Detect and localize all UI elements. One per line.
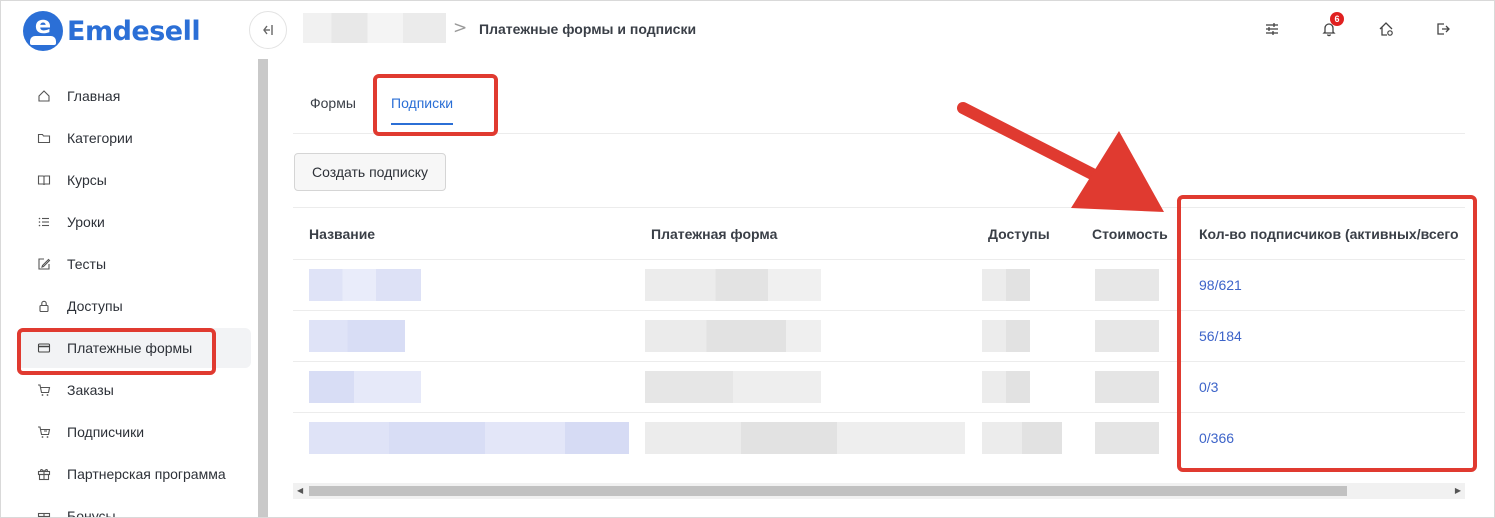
sidebar-item-lessons[interactable]: Уроки	[27, 202, 251, 242]
subscribers-count-link[interactable]: 56/184	[1199, 328, 1242, 344]
table-row[interactable]: 56/184	[293, 310, 1465, 361]
subscription-name-link[interactable]	[309, 320, 405, 352]
access-value	[982, 371, 1030, 403]
table-row[interactable]: 0/3	[293, 361, 1465, 412]
scrollbar-thumb[interactable]	[309, 486, 1347, 496]
sidebar-item-courses[interactable]: Курсы	[27, 160, 251, 200]
subscription-name-link[interactable]	[309, 269, 421, 301]
column-header-payment-form[interactable]: Платежная форма	[651, 226, 777, 242]
payment-form-link[interactable]	[645, 371, 821, 403]
cart-icon	[35, 381, 53, 399]
sidebar-nav: Главная Категории Курсы Уроки Тесты Дост…	[9, 59, 259, 518]
notifications-button[interactable]: 6	[1317, 12, 1344, 41]
sidebar-item-label: Тесты	[67, 256, 107, 272]
price-value	[1095, 371, 1159, 403]
gift-icon	[35, 465, 53, 483]
breadcrumb-parent-link[interactable]	[303, 13, 446, 43]
home-icon	[35, 87, 53, 105]
subscribers-count-link[interactable]: 0/3	[1199, 379, 1218, 395]
list-icon	[35, 213, 53, 231]
collapse-sidebar-button[interactable]	[249, 11, 287, 49]
folder-icon	[35, 129, 53, 147]
sidebar-item-bonuses[interactable]: Бонусы	[27, 496, 251, 518]
edit-icon	[35, 255, 53, 273]
sidebar-item-affiliate[interactable]: Партнерская программа	[27, 454, 251, 494]
tab-subscriptions[interactable]: Подписки	[391, 95, 454, 125]
subscribers-count-link[interactable]: 98/621	[1199, 277, 1242, 293]
price-value	[1095, 269, 1159, 301]
brand-name: Emdesell	[67, 15, 201, 47]
sidebar-item-tests[interactable]: Тесты	[27, 244, 251, 284]
sidebar-scrollbar[interactable]	[258, 59, 268, 517]
cart-user-icon	[35, 423, 53, 441]
logo-icon: e	[23, 11, 63, 51]
lock-icon	[35, 297, 53, 315]
breadcrumb-separator: >	[453, 18, 468, 38]
scroll-left-arrow-icon[interactable]: ◀	[297, 486, 303, 495]
column-header-price[interactable]: Стоимость	[1092, 226, 1168, 242]
subscription-name-link[interactable]	[309, 422, 629, 454]
sidebar-item-label: Курсы	[67, 172, 107, 188]
column-header-subscribers-count[interactable]: Кол-во подписчиков (активных/всего	[1199, 226, 1459, 242]
settings-sliders-icon	[1266, 23, 1278, 35]
page-title: Платежные формы и подписки	[479, 21, 697, 37]
scroll-right-arrow-icon[interactable]: ▶	[1455, 486, 1461, 495]
subscribers-count-link[interactable]: 0/366	[1199, 430, 1234, 446]
sidebar-item-label: Уроки	[67, 214, 105, 230]
access-value	[982, 422, 1062, 454]
access-value	[982, 320, 1030, 352]
sidebar-item-label: Подписчики	[67, 424, 145, 440]
subscriptions-table: Название Платежная форма Доступы Стоимос…	[293, 207, 1465, 463]
home-settings-icon	[1379, 22, 1393, 36]
logout-icon	[1437, 23, 1450, 35]
settings-sliders-button[interactable]	[1260, 17, 1284, 41]
sidebar-item-label: Заказы	[67, 382, 114, 398]
price-value	[1095, 422, 1159, 454]
payment-form-link[interactable]	[645, 320, 821, 352]
collapse-sidebar-icon	[263, 25, 273, 35]
sidebar-item-subscribers[interactable]: Подписчики	[27, 412, 251, 452]
tab-bar: Формы Подписки	[293, 85, 1465, 134]
sidebar-item-orders[interactable]: Заказы	[27, 370, 251, 410]
table-row[interactable]: 0/366	[293, 412, 1465, 463]
notification-badge: 6	[1330, 12, 1344, 26]
create-subscription-button[interactable]: Создать подписку	[294, 153, 446, 191]
sidebar-item-home[interactable]: Главная	[27, 76, 251, 116]
table-row[interactable]: 98/621	[293, 259, 1465, 310]
payment-form-link[interactable]	[645, 269, 821, 301]
sidebar-item-label: Бонусы	[67, 508, 116, 518]
logout-button[interactable]	[1431, 17, 1455, 41]
sidebar-item-access[interactable]: Доступы	[27, 286, 251, 326]
sidebar-item-payment-forms[interactable]: Платежные формы	[17, 328, 251, 368]
tab-forms[interactable]: Формы	[310, 95, 356, 123]
home-settings-button[interactable]	[1374, 17, 1398, 41]
sidebar-item-label: Главная	[67, 88, 121, 104]
book-icon	[35, 171, 53, 189]
sidebar-item-categories[interactable]: Категории	[27, 118, 251, 158]
logo-letter: e	[34, 11, 52, 39]
brand-logo[interactable]: e Emdesell	[23, 11, 201, 51]
subscription-name-link[interactable]	[309, 371, 421, 403]
gift-icon	[35, 507, 53, 517]
sidebar-item-label: Платежные формы	[67, 340, 193, 356]
column-header-access[interactable]: Доступы	[988, 226, 1050, 242]
payment-form-link[interactable]	[645, 422, 965, 454]
credit-card-icon	[35, 339, 53, 357]
sidebar-item-label: Партнерская программа	[67, 466, 226, 482]
access-value	[982, 269, 1030, 301]
table-horizontal-scrollbar[interactable]: ◀ ▶	[293, 483, 1465, 499]
price-value	[1095, 320, 1159, 352]
sidebar-item-label: Доступы	[67, 298, 123, 314]
sidebar-item-label: Категории	[67, 130, 133, 146]
app-window: e Emdesell > Платежные формы и подписки …	[0, 0, 1495, 518]
column-header-name[interactable]: Название	[309, 226, 375, 242]
